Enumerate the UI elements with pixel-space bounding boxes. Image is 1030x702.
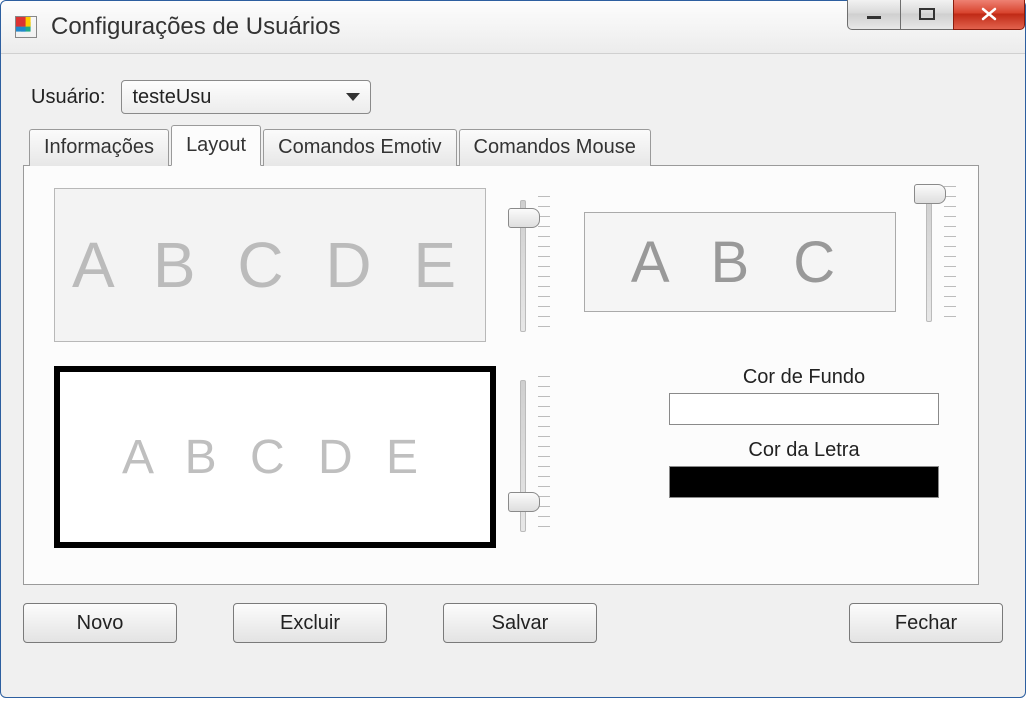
spacer — [653, 603, 793, 643]
slider-thumb-icon[interactable] — [508, 492, 540, 512]
background-color-picker[interactable] — [669, 393, 939, 425]
tab-label: Informações — [44, 136, 154, 158]
close-button[interactable] — [953, 0, 1025, 30]
user-combobox[interactable]: testeUsu — [121, 80, 371, 114]
window-controls — [848, 0, 1025, 30]
slider-ticks — [538, 376, 550, 536]
background-color-label: Cor de Fundo — [664, 366, 944, 389]
text-color-label: Cor da Letra — [664, 439, 944, 462]
user-combobox-value: testeUsu — [132, 86, 211, 109]
tab-comandos-emotiv[interactable]: Comandos Emotiv — [263, 129, 456, 166]
slider-track — [926, 190, 932, 322]
new-button[interactable]: Novo — [23, 603, 177, 643]
client-area: Usuário: testeUsu Informações Layout Com… — [1, 54, 1025, 665]
user-label: Usuário: — [31, 86, 105, 109]
minimize-button[interactable] — [847, 0, 901, 30]
size-slider-3[interactable] — [508, 376, 556, 536]
tab-label: Comandos Mouse — [474, 136, 636, 158]
action-buttons: Novo Excluir Salvar Fechar — [23, 603, 1003, 643]
tab-informacoes[interactable]: Informações — [29, 129, 169, 166]
user-config-window: Configurações de Usuários Usuário: teste… — [0, 0, 1026, 698]
slider-thumb-icon[interactable] — [914, 184, 946, 204]
preview-text: A B C — [631, 229, 849, 296]
maximize-button[interactable] — [900, 0, 954, 30]
tab-comandos-mouse[interactable]: Comandos Mouse — [459, 129, 651, 166]
tab-label: Layout — [186, 134, 246, 156]
preview-text: A B C D E — [72, 228, 468, 302]
tabstrip: Informações Layout Comandos Emotiv Coman… — [29, 129, 1003, 166]
tab-label: Comandos Emotiv — [278, 136, 441, 158]
window-title: Configurações de Usuários — [51, 13, 341, 41]
button-label: Fechar — [895, 612, 957, 635]
font-preview-3: A B C D E — [54, 366, 496, 548]
slider-ticks — [944, 186, 956, 326]
preview-text: A B C D E — [122, 430, 428, 485]
color-group: Cor de Fundo Cor da Letra — [664, 366, 944, 512]
font-preview-2: A B C — [584, 212, 896, 312]
chevron-down-icon — [346, 93, 360, 101]
text-color-picker[interactable] — [669, 466, 939, 498]
app-icon — [15, 16, 37, 38]
tab-layout[interactable]: Layout — [171, 125, 261, 166]
size-slider-1[interactable] — [508, 196, 556, 336]
delete-button[interactable]: Excluir — [233, 603, 387, 643]
button-label: Salvar — [492, 612, 549, 635]
slider-thumb-icon[interactable] — [508, 208, 540, 228]
button-label: Excluir — [280, 612, 340, 635]
font-preview-1: A B C D E — [54, 188, 486, 342]
titlebar[interactable]: Configurações de Usuários — [1, 1, 1025, 54]
save-button[interactable]: Salvar — [443, 603, 597, 643]
size-slider-2[interactable] — [914, 186, 962, 326]
user-row: Usuário: testeUsu — [31, 80, 1003, 114]
tab-page-layout: A B C D E A B C A B C D E — [23, 165, 979, 585]
button-label: Novo — [77, 612, 124, 635]
close-form-button[interactable]: Fechar — [849, 603, 1003, 643]
